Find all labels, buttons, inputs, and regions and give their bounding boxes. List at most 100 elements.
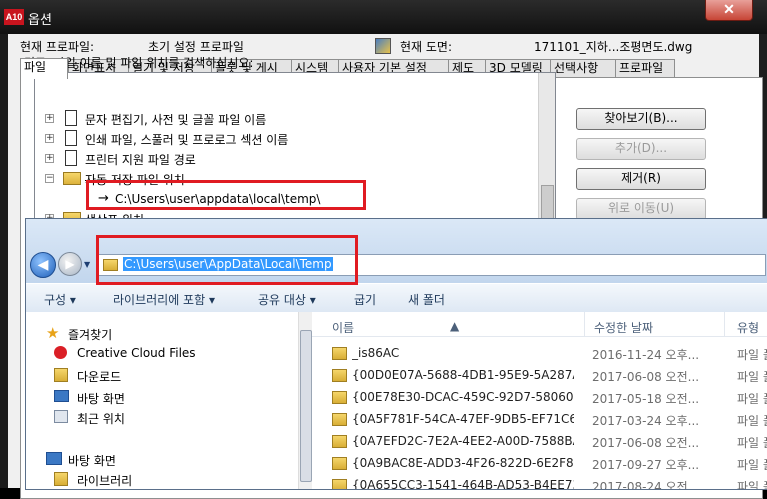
share-with-button[interactable]: 공유 대상 ▾ [258,291,316,308]
creative-cloud-icon [54,346,67,359]
file-date: 2017-05-18 오전... [592,392,700,406]
file-row[interactable]: _is86AC 2016-11-24 오후... 파일 폴더 [312,342,767,364]
scroll-thumb[interactable] [541,185,554,219]
tree-item-printer-support[interactable]: + 프린터 지원 파일 경로 [35,149,540,169]
column-header-row: ▲ 이름 수정한 날짜 유형 [312,312,767,337]
move-up-button[interactable]: 위로 이동(U) [576,198,706,220]
organize-button[interactable]: 구성 ▾ [44,291,76,308]
scroll-thumb[interactable] [300,330,312,482]
tab-profiles[interactable]: 프로파일 [615,59,675,77]
document-icon [65,130,77,146]
column-header-name[interactable]: 이름 [332,319,354,336]
file-date: 2016-11-24 오후... [592,348,700,362]
file-date: 2017-08-24 오전... [592,480,700,490]
nav-item-label: 최근 위치 [77,412,125,426]
add-button[interactable]: 추가(D)... [576,138,706,160]
file-row[interactable]: {00E78E30-DCAC-459C-92D7-58060D... 2017-… [312,386,767,408]
tab-selection[interactable]: 선택사항 [550,59,618,77]
nav-item-label: 라이브러리 [77,474,133,488]
back-button[interactable]: ◀ [30,252,56,278]
forward-button[interactable]: ▶ [58,252,82,276]
remove-button[interactable]: 제거(R) [576,168,706,190]
include-in-library-button[interactable]: 라이브러리에 포함 ▾ [113,291,215,308]
nav-item-label: 바탕 화면 [68,454,116,468]
close-button[interactable]: ✕ [705,0,753,21]
tree-item-text-editor[interactable]: + 문자 편집기, 사전 및 글꼴 파일 이름 [35,109,540,129]
file-list: ▲ 이름 수정한 날짜 유형 _is86AC 2016-11-24 오후... … [312,312,767,489]
file-name: {0A9BAC8E-ADD3-4F26-822D-6E2F8E... [352,456,574,470]
tree-item-label: 프린터 지원 파일 경로 [85,153,196,167]
expand-icon[interactable]: + [45,154,54,163]
current-profile-label: 현재 프로파일: [20,40,95,54]
nav-item-label: 바탕 화면 [77,392,125,406]
file-name: _is86AC [352,346,400,360]
file-type: 파일 폴더 [737,480,767,490]
file-date: 2017-03-24 오후... [592,414,700,428]
open-folder-icon [63,172,81,185]
recent-places-icon [54,410,68,423]
nav-item-label: 즐겨찾기 [68,328,113,342]
file-type: 파일 폴더 [737,370,767,384]
file-type: 파일 폴더 [737,348,767,362]
current-drawing-label: 현재 도면: [400,40,453,54]
tree-scrollbar[interactable] [538,73,555,221]
current-profile-value: 초기 설정 프로파일 [148,40,244,54]
file-date: 2017-06-08 오전... [592,370,700,384]
column-separator[interactable] [724,312,725,336]
file-row[interactable]: {0A5F781F-54CA-47EF-9DB5-EF71C60... 2017… [312,408,767,430]
browse-button[interactable]: 찾아보기(B)... [576,108,706,130]
downloads-icon [54,368,68,382]
file-type: 파일 폴더 [737,392,767,406]
file-name: {0A7EFD2C-7E2A-4EE2-A00D-7588BA4... [352,434,574,448]
folder-icon [332,457,347,470]
folder-icon [332,347,347,360]
tree-item-print-file[interactable]: + 인쇄 파일, 스풀러 및 프로로그 섹션 이름 [35,129,540,149]
desktop-icon [54,390,69,402]
file-type: 파일 폴더 [737,414,767,428]
drawing-icon [375,38,391,54]
file-row[interactable]: {0A9BAC8E-ADD3-4F26-822D-6E2F8E... 2017-… [312,452,767,474]
document-icon [65,150,77,166]
new-folder-button[interactable]: 새 폴더 [408,291,445,308]
file-name: {00E78E30-DCAC-459C-92D7-58060D... [352,390,574,404]
tab-files[interactable]: 파일 [20,58,68,79]
file-name: {0A655CC3-1541-464B-AD53-B4EE731... [352,478,574,490]
document-icon [65,110,77,126]
autocad-logo-icon: A10 [4,9,24,25]
current-drawing-value: 171101_지하...조평면도.dwg [534,40,693,54]
burn-button[interactable]: 굽기 [354,291,376,308]
tree-item-label: 문자 편집기, 사전 및 글꼴 파일 이름 [85,113,267,127]
file-type: 파일 폴더 [737,458,767,472]
tree-item-label: 인쇄 파일, 스풀러 및 프로로그 섹션 이름 [85,133,289,147]
nav-item-label: Creative Cloud Files [77,346,196,360]
file-name: {00D0E07A-5688-4DB1-95E9-5A287A... [352,368,574,382]
explorer-toolbar: 구성 ▾ 라이브러리에 포함 ▾ 공유 대상 ▾ 굽기 새 폴더 [26,283,767,313]
expand-icon[interactable]: + [45,114,54,123]
navigation-scrollbar[interactable] [298,312,312,489]
highlight-box-autosave-path [86,180,366,210]
column-header-type[interactable]: 유형 [737,319,759,336]
file-name: {0A5F781F-54CA-47EF-9DB5-EF71C60... [352,412,574,426]
collapse-icon[interactable]: − [45,174,54,183]
folder-icon [332,369,347,382]
column-separator[interactable] [584,312,585,336]
highlight-box-address-bar [96,235,358,285]
folder-icon [332,435,347,448]
nav-item-label: 다운로드 [77,370,122,384]
file-row[interactable]: {0A7EFD2C-7E2A-4EE2-A00D-7588BA4... 2017… [312,430,767,452]
folder-icon [332,413,347,426]
star-icon: ★ [46,324,60,342]
folder-icon [332,479,347,489]
column-header-modified[interactable]: 수정한 날짜 [594,319,653,336]
navigation-pane: ★ 즐겨찾기 Creative Cloud Files 다운로드 바탕 화면 최… [26,312,299,489]
dialog-title: 옵션 [28,13,52,28]
file-row[interactable]: {00D0E07A-5688-4DB1-95E9-5A287A... 2017-… [312,364,767,386]
sort-ascending-icon: ▲ [450,319,460,333]
recent-pages-dropdown-icon[interactable]: ▼ [84,260,90,269]
file-date: 2017-09-27 오후... [592,458,700,472]
expand-icon[interactable]: + [45,134,54,143]
file-date: 2017-06-08 오전... [592,436,700,450]
desktop-icon [46,452,62,465]
dialog-title-bar[interactable]: A10 옵션 ✕ [0,0,767,34]
folder-icon [332,391,347,404]
